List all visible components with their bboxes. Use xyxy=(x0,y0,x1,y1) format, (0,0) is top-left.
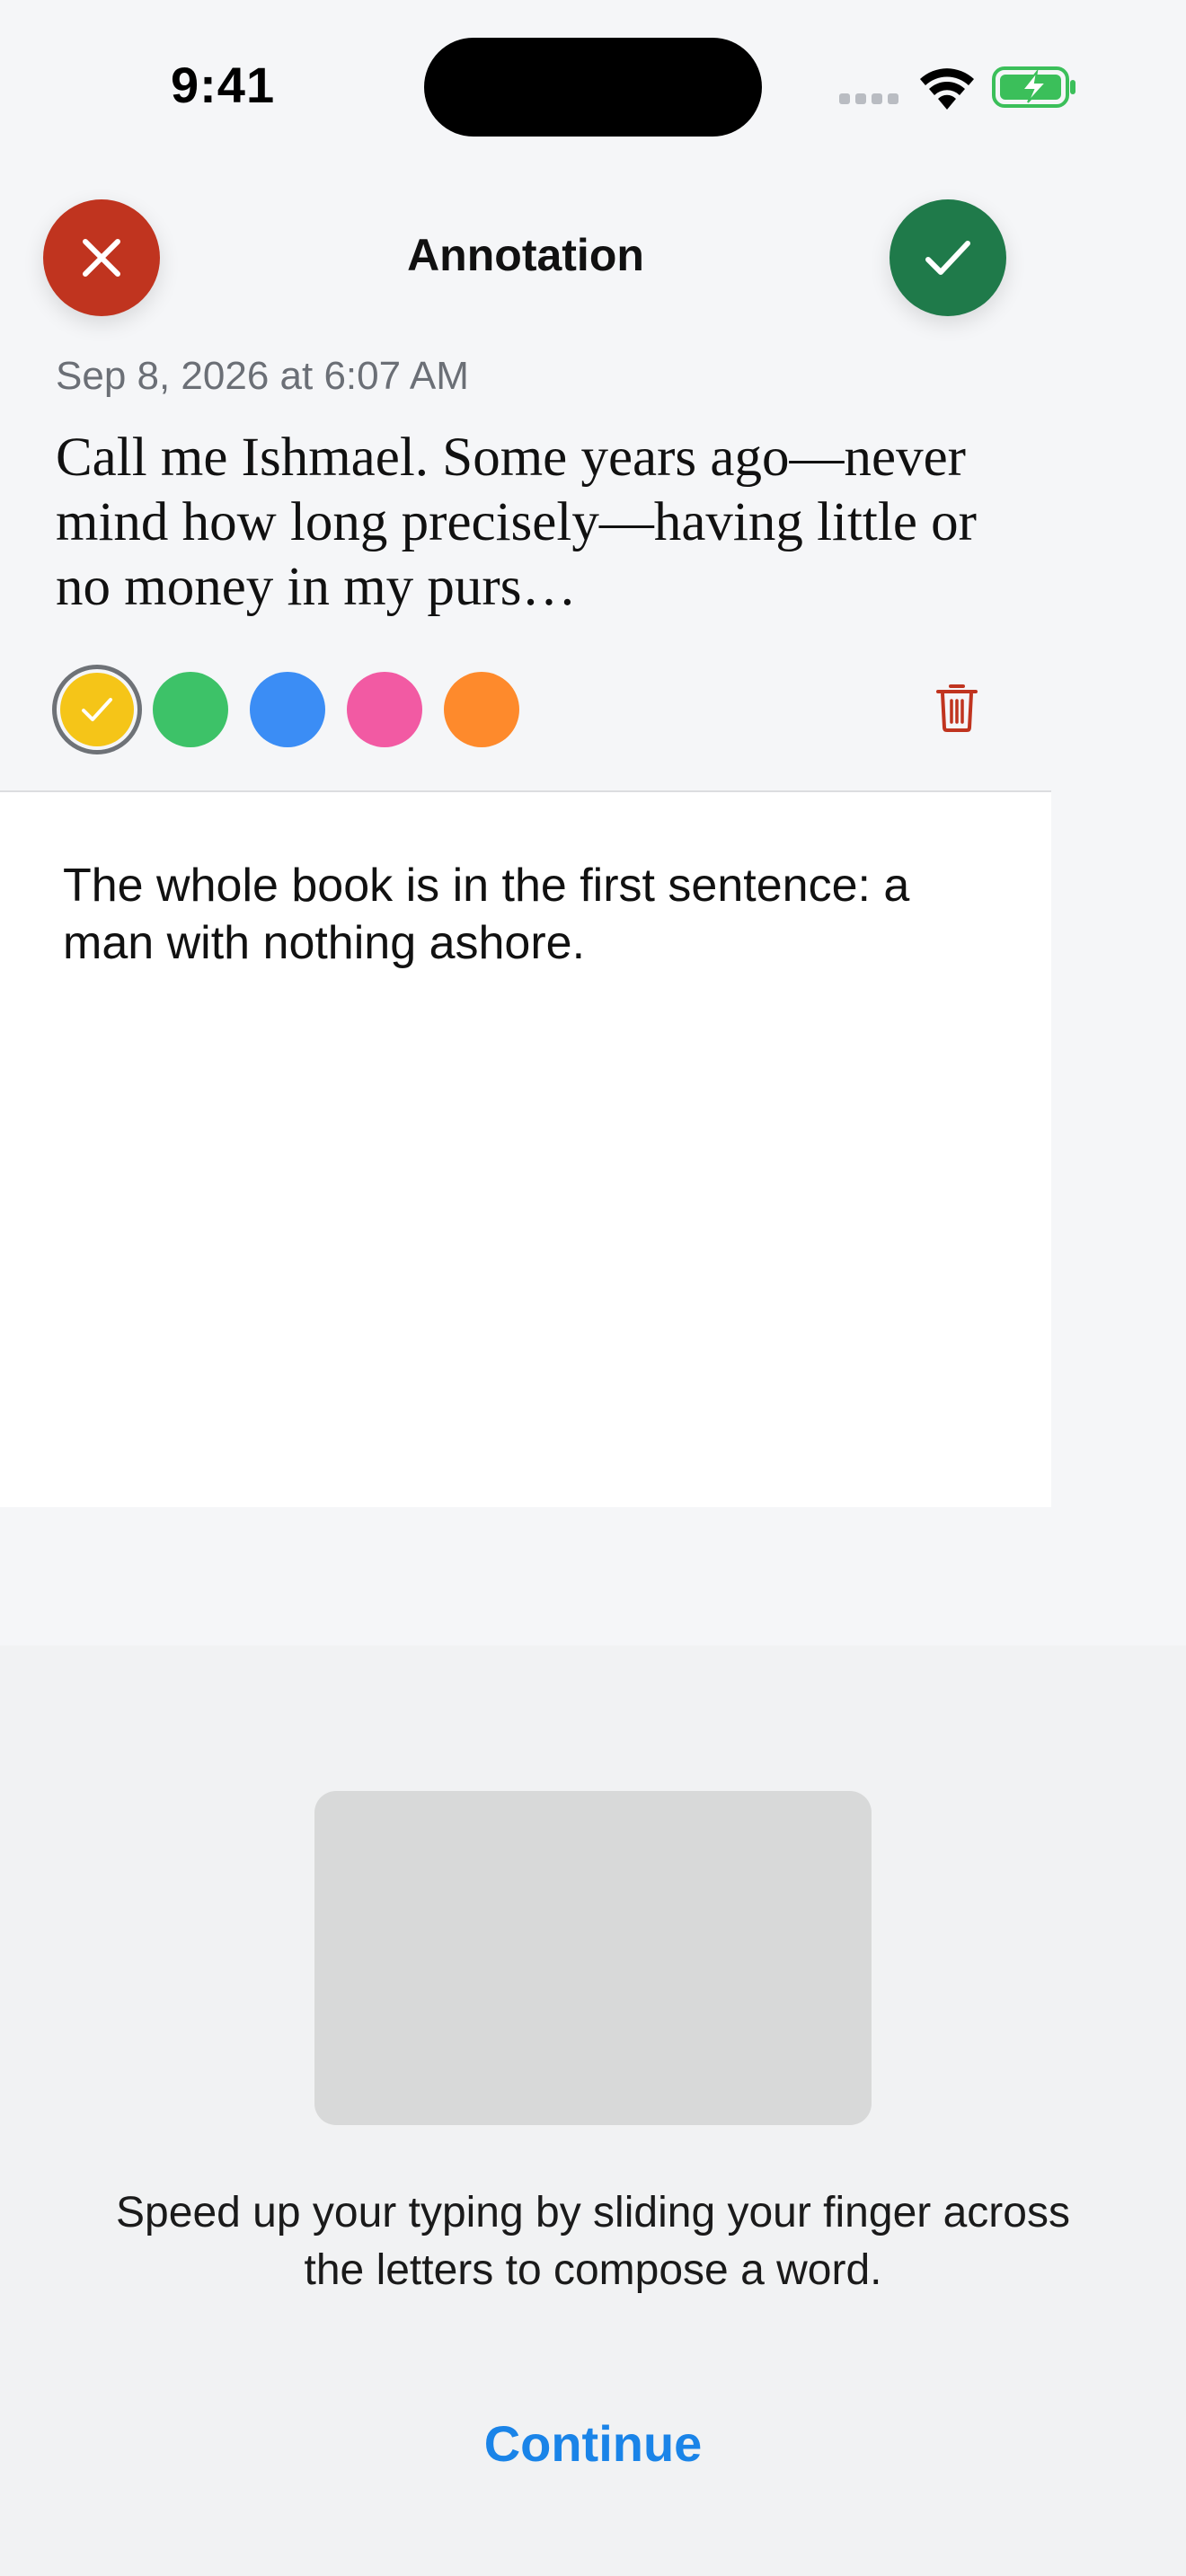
trash-icon[interactable] xyxy=(934,681,979,733)
slide-to-type-preview xyxy=(314,1791,872,2125)
wifi-icon xyxy=(920,68,974,110)
checkmark-icon xyxy=(82,698,112,721)
note-text[interactable]: The whole book is in the first sentence:… xyxy=(63,857,979,972)
highlighted-quote: Call me Ishmael. Some years ago—never mi… xyxy=(56,428,977,617)
color-swatch-pink[interactable] xyxy=(347,672,422,747)
color-swatch-yellow[interactable] xyxy=(52,665,142,754)
tip-message: Speed up your typing by sliding your fin… xyxy=(116,2189,1070,2294)
annotation-timestamp: Sep 8, 2026 at 6:07 AM xyxy=(56,354,469,398)
battery-charging-icon xyxy=(992,66,1075,108)
keyboard-tip-sheet: Speed up your typing by sliding your fin… xyxy=(0,1645,1186,2576)
confirm-button[interactable] xyxy=(890,199,1006,316)
status-bar: 9:41 xyxy=(0,0,1186,180)
color-swatch-blue[interactable] xyxy=(250,672,325,747)
note-text-area[interactable]: The whole book is in the first sentence:… xyxy=(0,792,1051,1507)
color-swatch-green[interactable] xyxy=(153,672,228,747)
status-time: 9:41 xyxy=(171,57,276,113)
continue-button[interactable]: Continue xyxy=(413,2414,773,2473)
dynamic-island xyxy=(424,38,762,137)
cellular-signal-icon xyxy=(839,93,900,104)
checkmark-icon xyxy=(925,241,970,275)
annotation-header: Annotation xyxy=(0,180,1186,341)
color-swatch-orange[interactable] xyxy=(444,672,519,747)
